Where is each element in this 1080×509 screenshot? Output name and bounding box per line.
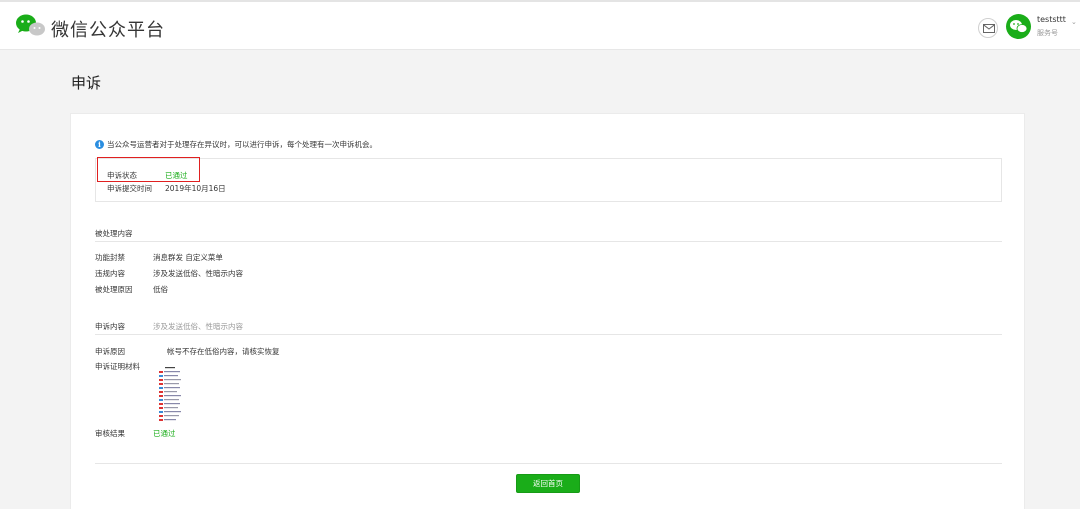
- account-type: 服务号: [1037, 29, 1058, 37]
- reason-label: 被处理原因: [95, 285, 133, 294]
- notice-text-row: i 当公众号运营者对于处理存在异议时，可以进行申诉，每个处理有一次申诉机会。: [95, 138, 377, 150]
- appeal-reason-label: 申诉原因: [95, 347, 125, 356]
- top-bar: 微信公众平台 teststtt 服务号 ⌄: [0, 0, 1080, 50]
- proof-thumbnail[interactable]: [158, 367, 183, 423]
- chevron-down-icon[interactable]: ⌄: [1071, 18, 1077, 26]
- appeal-content-value: 涉及发送低俗、性暗示内容: [153, 322, 243, 331]
- appeal-content-label: 申诉内容: [95, 322, 125, 331]
- divider: [95, 463, 1002, 464]
- brand-title[interactable]: 微信公众平台: [51, 16, 165, 42]
- proof-label: 申诉证明材料: [95, 362, 140, 371]
- user-avatar[interactable]: [1006, 14, 1031, 39]
- function-label: 功能封禁: [95, 253, 125, 262]
- info-icon: i: [95, 139, 104, 149]
- function-value: 消息群发 自定义菜单: [153, 253, 223, 262]
- status-box: [95, 158, 1002, 202]
- violation-value: 涉及发送低俗、性暗示内容: [153, 269, 243, 278]
- submit-time-value: 2019年10月16日: [165, 184, 226, 193]
- appeal-card: i 当公众号运营者对于处理存在异议时，可以进行申诉，每个处理有一次申诉机会。 申…: [70, 113, 1025, 509]
- violation-label: 违规内容: [95, 269, 125, 278]
- appeal-reason-value: 帐号不存在低俗内容，请核实恢复: [167, 347, 280, 356]
- status-value: 已通过: [165, 171, 188, 180]
- divider: [95, 241, 1002, 242]
- result-label: 审核结果: [95, 429, 125, 438]
- reason-value: 低俗: [153, 285, 168, 294]
- result-value: 已通过: [153, 429, 176, 438]
- processed-title: 被处理内容: [95, 229, 133, 238]
- submit-time-label: 申诉提交时间: [107, 184, 152, 193]
- mail-icon: [983, 24, 995, 33]
- mail-button[interactable]: [978, 18, 998, 38]
- page-title: 申诉: [71, 74, 102, 92]
- status-label: 申诉状态: [107, 171, 137, 180]
- divider: [95, 334, 1002, 335]
- wechat-logo-icon[interactable]: [15, 13, 47, 39]
- notice-text: 当公众号运营者对于处理存在异议时，可以进行申诉，每个处理有一次申诉机会。: [107, 139, 377, 149]
- user-name[interactable]: teststtt: [1037, 15, 1066, 24]
- back-home-button[interactable]: 返回首页: [516, 474, 580, 493]
- wechat-avatar-icon: [1010, 20, 1028, 33]
